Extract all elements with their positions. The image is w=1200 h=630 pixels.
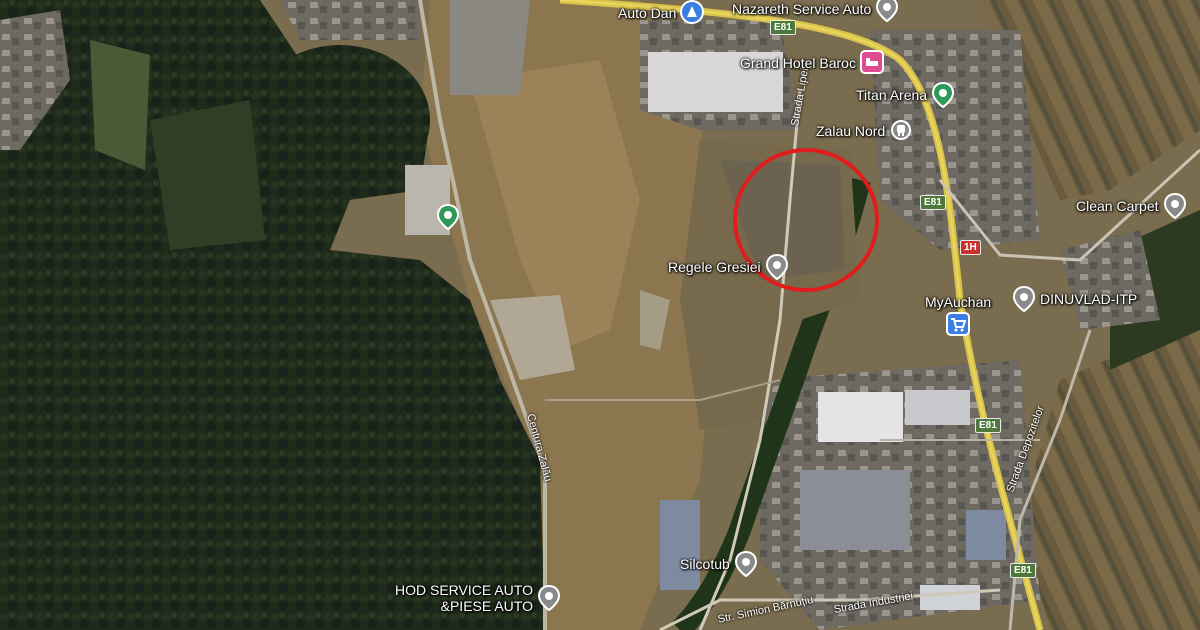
- poi-nazareth-service-auto[interactable]: Nazareth Service Auto: [732, 0, 899, 22]
- location-pin-icon: [932, 82, 955, 108]
- location-pin-icon: [537, 585, 560, 611]
- poi-label: Zalau Nord: [816, 123, 886, 139]
- poi-label: Clean Carpet: [1076, 198, 1159, 214]
- poi-clean-carpet[interactable]: Clean Carpet: [1076, 193, 1187, 219]
- poi-auto-dan[interactable]: Auto Dan: [618, 0, 705, 26]
- shopping-cart-icon: [946, 312, 971, 336]
- poi-silcotub[interactable]: Silcotub: [680, 551, 758, 577]
- gas-station-icon: [680, 0, 705, 24]
- satellite-imagery: [0, 0, 1200, 630]
- poi-label: HOD SERVICE AUTO &PIESE AUTO: [395, 582, 533, 614]
- poi-label: Regele Gresiei: [668, 259, 761, 275]
- road-shield-e81: E81: [920, 195, 946, 210]
- poi-label: Auto Dan: [618, 5, 677, 21]
- location-pin-icon: [1163, 193, 1186, 219]
- poi-dinuvlad-itp[interactable]: DINUVLAD-ITP: [1012, 286, 1137, 312]
- poi-label: Nazareth Service Auto: [732, 1, 872, 17]
- hotel-icon: [859, 50, 884, 74]
- poi-zalau-nord[interactable]: Zalau Nord: [816, 118, 913, 144]
- poi-myauchan[interactable]: MyAuchan: [925, 294, 991, 338]
- road-shield-e81: E81: [770, 20, 796, 35]
- poi-titan-arena[interactable]: Titan Arena: [856, 82, 955, 108]
- poi-grand-hotel-baroc[interactable]: Grand Hotel Baroc: [740, 50, 884, 76]
- map-view[interactable]: Strada Lipei Centura Zalău Strada Depozi…: [0, 0, 1200, 630]
- road-shield-e81: E81: [975, 418, 1001, 433]
- location-pin-icon: [734, 551, 757, 577]
- poi-label: Silcotub: [680, 556, 730, 572]
- road-shield-e81: E81: [1010, 563, 1036, 578]
- location-pin-icon: [1012, 286, 1036, 312]
- poi-label: Titan Arena: [856, 87, 928, 103]
- poi-regele-gresiei[interactable]: Regele Gresiei: [668, 254, 789, 280]
- poi-label: MyAuchan: [925, 294, 992, 310]
- poi-unlabeled-green[interactable]: [436, 204, 460, 230]
- location-pin-icon: [765, 254, 788, 280]
- poi-label: DINUVLAD-ITP: [1040, 291, 1138, 307]
- poi-hod-service-auto[interactable]: HOD SERVICE AUTO &PIESE AUTO: [395, 582, 561, 614]
- poi-label: Grand Hotel Baroc: [740, 55, 856, 71]
- location-pin-icon: [436, 204, 460, 230]
- road-shield-1h: 1H: [960, 240, 981, 255]
- location-pin-icon: [876, 0, 899, 22]
- train-icon: [891, 120, 912, 140]
